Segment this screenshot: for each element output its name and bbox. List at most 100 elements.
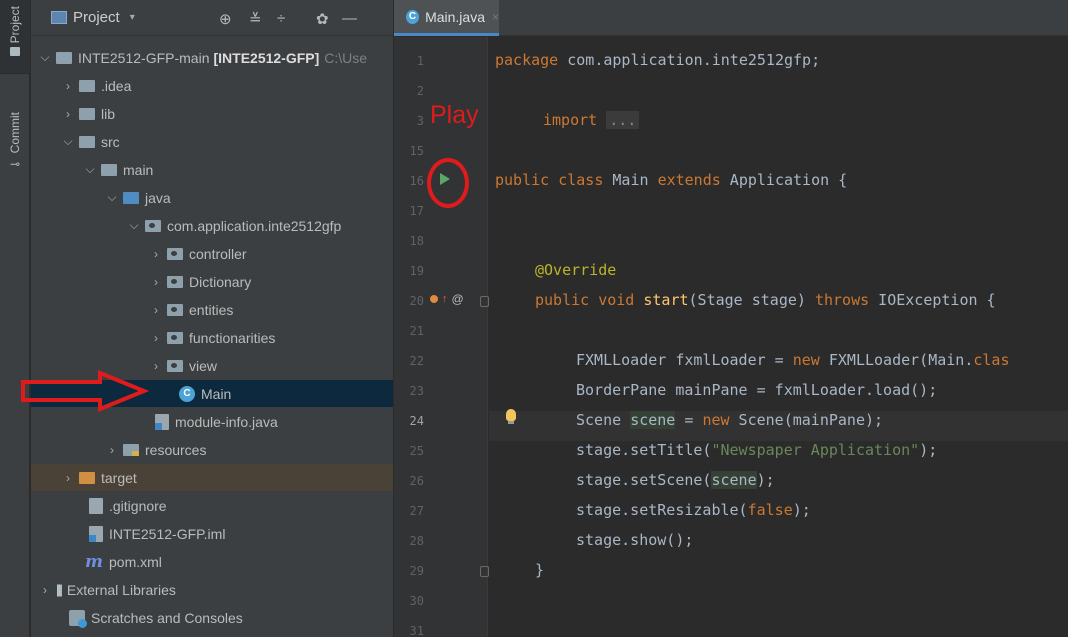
code-line-1: package com.application.inte2512gfp; — [495, 51, 821, 69]
chevron-right-icon[interactable]: › — [61, 107, 75, 121]
line-number: 31 — [409, 624, 424, 637]
tree-item-label: functionarities — [189, 329, 276, 346]
line-number: 16 — [409, 174, 424, 188]
gear-icon[interactable]: ✿ — [316, 10, 329, 28]
project-path-label: C:\Use — [324, 49, 368, 66]
code-line-28: stage.show(); — [576, 531, 694, 549]
tree-item-gitignore[interactable]: .gitignore — [31, 492, 393, 519]
locate-icon[interactable]: ⊕ — [219, 10, 232, 28]
tree-item-label: .gitignore — [109, 497, 167, 514]
tree-item-label: controller — [189, 245, 247, 262]
chevron-right-icon[interactable]: › — [61, 471, 75, 485]
tree-item-label: pom.xml — [109, 553, 162, 570]
editor-tab-bar: C Main.java × — [394, 0, 1068, 36]
folder-icon — [79, 135, 95, 148]
tree-item-label: target — [101, 469, 137, 486]
java-class-icon: C — [406, 9, 420, 24]
line-number: 1 — [416, 54, 424, 68]
library-icon: ||| — [56, 582, 63, 597]
folded-imports[interactable]: ... — [606, 111, 640, 129]
annotation-marker-icon: @ — [451, 292, 464, 306]
project-tool-tab-label: Project — [8, 6, 22, 44]
excluded-folder-icon — [79, 471, 95, 484]
tree-item-iml[interactable]: INTE2512-GFP.iml — [31, 520, 393, 547]
tree-item-idea[interactable]: › .idea — [31, 72, 393, 99]
tree-item-label: Scratches and Consoles — [91, 609, 243, 626]
tree-item-resources[interactable]: › resources — [31, 436, 393, 463]
fold-icon[interactable] — [480, 296, 489, 307]
folder-icon — [10, 47, 20, 57]
expand-all-icon[interactable]: ÷ — [277, 10, 285, 27]
chevron-right-icon[interactable]: › — [38, 583, 52, 597]
line-number: 19 — [409, 264, 424, 278]
annotation-arrow-icon — [21, 370, 150, 412]
tree-item-package-root[interactable]: ⌵ com.application.inte2512gfp — [31, 212, 393, 239]
code-line-23: BorderPane mainPane = fxmlLoader.load(); — [576, 381, 938, 399]
collapse-all-icon[interactable]: ≚ — [249, 10, 262, 28]
chevron-down-icon[interactable]: ⌵ — [83, 162, 97, 177]
tree-item-label: resources — [145, 441, 207, 458]
tree-item-dictionary[interactable]: › Dictionary — [31, 268, 393, 295]
maven-icon: m — [85, 551, 103, 572]
code-line-27: stage.setResizable(false); — [576, 501, 811, 519]
tree-item-target[interactable]: › target — [31, 464, 393, 491]
annotation-play-label: Play — [430, 101, 479, 129]
chevron-right-icon[interactable]: › — [149, 275, 163, 289]
line-number: 17 — [409, 204, 424, 218]
chevron-down-icon[interactable]: ⌵ — [105, 190, 119, 205]
tree-item-lib[interactable]: › lib — [31, 100, 393, 127]
tree-item-label: com.application.inte2512gfp — [167, 217, 342, 234]
chevron-right-icon[interactable]: › — [61, 79, 75, 93]
chevron-right-icon[interactable]: › — [149, 359, 163, 373]
chevron-right-icon[interactable]: › — [149, 247, 163, 261]
project-tool-tab[interactable]: Project — [0, 0, 30, 74]
tree-item-external-libraries[interactable]: › ||| External Libraries — [31, 576, 393, 603]
hide-panel-icon[interactable]: — — [342, 10, 357, 27]
package-icon — [167, 359, 183, 372]
tree-item-label: java — [145, 189, 171, 206]
chevron-down-icon[interactable]: ▾ — [130, 12, 135, 23]
tree-item-functionarities[interactable]: › functionarities — [31, 324, 393, 351]
override-method-icon — [430, 295, 438, 303]
code-line-29: } — [535, 561, 545, 579]
project-panel-header: Project ▾ ⊕ ≚ ÷ ✿ — — [31, 0, 393, 36]
tab-main-java[interactable]: C Main.java × — [394, 0, 499, 36]
tree-item-label: Dictionary — [189, 273, 252, 290]
tree-item-main-folder[interactable]: ⌵ main — [31, 156, 393, 183]
chevron-right-icon[interactable]: › — [149, 331, 163, 345]
tool-window-strip: Project Commit ⊸ — [0, 0, 30, 637]
tree-item-java[interactable]: ⌵ java — [31, 184, 393, 211]
commit-tool-tab[interactable]: Commit ⊸ — [0, 112, 30, 192]
chevron-right-icon[interactable]: › — [149, 303, 163, 317]
project-panel: Project ▾ ⊕ ≚ ÷ ✿ — ⌵ INTE2512-GFP-main … — [31, 0, 393, 637]
commit-tool-tab-label: Commit — [8, 112, 22, 154]
tree-item-label: Main — [201, 385, 232, 402]
folder-icon — [101, 163, 117, 176]
tree-item-label: module-info.java — [175, 413, 278, 430]
chevron-down-icon[interactable]: ⌵ — [61, 134, 75, 149]
lightbulb-icon[interactable] — [506, 409, 516, 424]
tree-item-label: INTE2512-GFP-main — [78, 49, 210, 66]
code-editor[interactable]: package com.application.inte2512gfp; imp… — [489, 37, 1068, 637]
chevron-down-icon[interactable]: ⌵ — [127, 218, 141, 233]
chevron-down-icon[interactable]: ⌵ — [38, 50, 52, 65]
tree-item-label: main — [123, 161, 154, 178]
tree-item-entities[interactable]: › entities — [31, 296, 393, 323]
project-view-selector[interactable]: Project — [73, 9, 120, 26]
fold-icon[interactable] — [480, 566, 489, 577]
line-number: 23 — [409, 384, 424, 398]
tree-item-controller[interactable]: › controller — [31, 240, 393, 267]
chevron-right-icon[interactable]: › — [105, 443, 119, 457]
code-line-20: public void start(Stage stage) throws IO… — [535, 291, 996, 309]
tree-item-label: view — [189, 357, 218, 374]
override-marker[interactable]: ↑ @ — [430, 292, 464, 306]
code-line-25: stage.setTitle("Newspaper Application"); — [576, 441, 938, 459]
tree-item-project-root[interactable]: ⌵ INTE2512-GFP-main [INTE2512-GFP] C:\Us… — [31, 44, 393, 71]
folder-icon — [79, 107, 95, 120]
code-line-24: Scene scene = new Scene(mainPane); — [576, 411, 884, 429]
line-number: 22 — [409, 354, 424, 368]
tree-item-src[interactable]: ⌵ src — [31, 128, 393, 155]
tree-item-scratches[interactable]: Scratches and Consoles — [31, 604, 393, 631]
close-icon[interactable]: × — [492, 10, 499, 24]
tree-item-pom[interactable]: m pom.xml — [31, 548, 393, 575]
